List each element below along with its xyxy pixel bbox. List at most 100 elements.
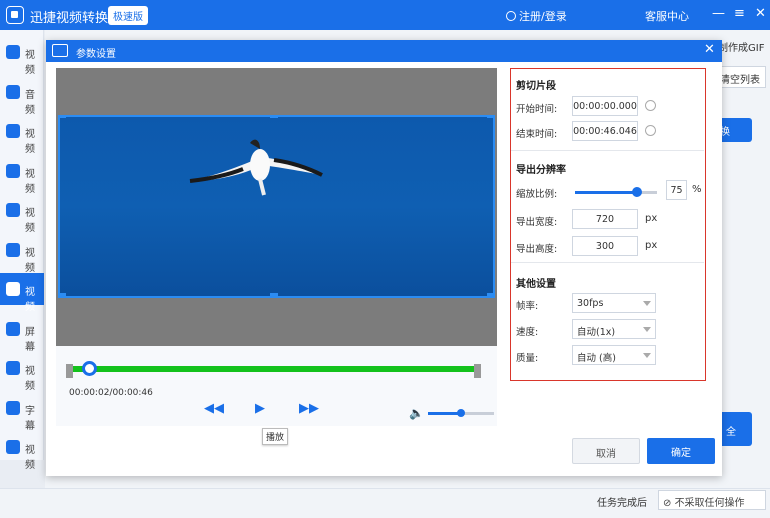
- clip-section: 剪切片段 开始时间: 00:00:00.000 结束时间: 00:00:46.0…: [511, 69, 704, 151]
- export-height-input[interactable]: 300: [572, 236, 638, 256]
- cancel-button[interactable]: 取消: [572, 438, 640, 464]
- menu-icon[interactable]: ≡: [734, 6, 745, 21]
- sidebar-item-icon: [6, 163, 20, 178]
- timeline-track[interactable]: [68, 366, 480, 372]
- bird-image: [189, 139, 323, 196]
- clip-title: 剪切片段: [516, 81, 556, 92]
- play-button[interactable]: ▶: [255, 401, 265, 416]
- crop-handle[interactable]: [58, 115, 66, 118]
- sidebar-item-label: 视频: [25, 287, 35, 313]
- play-tooltip: 播放: [262, 428, 289, 445]
- close-app-icon[interactable]: ✕: [755, 6, 766, 21]
- trim-end-handle[interactable]: [474, 364, 481, 378]
- app-logo-icon: [6, 6, 24, 24]
- sidebar-item[interactable]: 视频: [0, 352, 44, 392]
- resolution-section: 导出分辨率 缩放比例: 75 % 导出宽度: 720 px 导出高度: 300 …: [511, 151, 704, 263]
- sidebar-item-label: 字幕: [25, 405, 35, 432]
- export-height-label: 导出高度:: [516, 244, 558, 255]
- sidebar-item[interactable]: 视频: [0, 155, 44, 195]
- sidebar-item[interactable]: 视频: [0, 431, 44, 471]
- clear-list-button[interactable]: 清空列表: [716, 66, 766, 88]
- volume-icon[interactable]: 🔈: [409, 406, 424, 420]
- sidebar-item-label: 视频: [25, 168, 35, 195]
- crop-handle[interactable]: [270, 293, 278, 296]
- quality-select[interactable]: 自动 (高): [572, 345, 656, 365]
- camera-icon: [52, 44, 68, 57]
- footer-bar: [0, 488, 770, 518]
- sidebar-item-icon: [6, 242, 20, 257]
- time-display: 00:00:02/00:00:46: [69, 388, 153, 398]
- sidebar-item-label: 视频: [25, 208, 35, 234]
- reset-start-icon[interactable]: [645, 100, 656, 111]
- sidebar-item-icon: [6, 440, 20, 454]
- sidebar-item[interactable]: 字幕: [0, 392, 44, 432]
- dialog-title: 参数设置: [76, 49, 116, 60]
- chevron-down-icon: [643, 327, 651, 332]
- after-task-label: 任务完成后: [597, 498, 647, 509]
- sidebar-item-icon: [6, 45, 20, 59]
- after-task-value: 不采取任何操作: [674, 498, 745, 509]
- other-section: 其他设置 帧率: 30fps 速度: 自动(1x) 质量: 自动 (高): [511, 263, 704, 380]
- scale-fill: [575, 191, 637, 194]
- height-unit: px: [645, 240, 658, 251]
- speed-select[interactable]: 自动(1x): [572, 319, 656, 339]
- rewind-button[interactable]: ◀◀: [204, 401, 224, 416]
- sidebar-item-label: 视频: [25, 129, 35, 155]
- no-entry-icon: ⊘: [663, 498, 675, 509]
- crop-handle[interactable]: [487, 293, 495, 296]
- forward-button[interactable]: ▶▶: [299, 401, 319, 416]
- scale-input[interactable]: 75: [666, 180, 687, 200]
- start-time-input[interactable]: 00:00:00.000: [572, 96, 638, 116]
- reset-end-icon[interactable]: [645, 125, 656, 136]
- speed-value: 自动(1x): [577, 327, 616, 338]
- sidebar-item[interactable]: 视频: [0, 36, 44, 76]
- sidebar-item-label: 视频: [25, 366, 35, 392]
- chevron-down-icon: [643, 353, 651, 358]
- minimize-icon[interactable]: —: [712, 6, 725, 21]
- video-preview: [56, 68, 497, 346]
- sidebar-item[interactable]: 视频: [0, 194, 44, 234]
- edition-badge: 极速版: [108, 6, 148, 25]
- fps-select[interactable]: 30fps: [572, 293, 656, 313]
- crop-handle[interactable]: [270, 115, 278, 118]
- dialog-header: 参数设置 ✕: [46, 40, 722, 62]
- end-time-label: 结束时间:: [516, 129, 558, 140]
- close-icon[interactable]: ✕: [704, 42, 715, 57]
- sidebar-item-icon: [6, 321, 20, 336]
- chevron-down-icon: [643, 301, 651, 306]
- after-task-select[interactable]: ⊘ 不采取任何操作: [658, 490, 766, 510]
- sidebar-item-icon: [6, 124, 20, 138]
- width-unit: px: [645, 213, 658, 224]
- export-width-input[interactable]: 720: [572, 209, 638, 229]
- volume-knob[interactable]: [457, 409, 465, 417]
- sidebar: 视频 音频 视频 视频 视频 视频 视频 屏幕 视频 字幕 视频: [0, 30, 44, 471]
- service-center-link[interactable]: 客服中心: [645, 8, 689, 24]
- volume-slider[interactable]: [428, 409, 494, 417]
- sidebar-item[interactable]: 音频: [0, 76, 44, 116]
- sidebar-item[interactable]: 屏幕: [0, 313, 44, 353]
- timeline-panel: 00:00:02/00:00:46 ◀◀ ▶ ▶▶ 🔈: [56, 346, 497, 426]
- playhead[interactable]: [81, 361, 97, 376]
- speed-label: 速度:: [516, 327, 539, 338]
- crop-handle[interactable]: [487, 115, 495, 118]
- trim-start-handle[interactable]: [66, 364, 73, 378]
- login-link[interactable]: 注册/登录: [506, 8, 567, 24]
- scale-knob[interactable]: [631, 187, 642, 197]
- sidebar-item[interactable]: 视频: [0, 234, 44, 274]
- ok-button[interactable]: 确定: [647, 438, 715, 464]
- crop-handle[interactable]: [58, 293, 66, 296]
- sidebar-item-icon: [6, 361, 20, 375]
- tab-make-gif[interactable]: 制作成GIF: [718, 39, 764, 54]
- scale-unit: %: [692, 184, 702, 195]
- scale-slider[interactable]: [575, 187, 657, 197]
- sidebar-item-label: 屏幕: [25, 326, 35, 353]
- sidebar-item-icon: [6, 203, 20, 217]
- resolution-title: 导出分辨率: [516, 165, 566, 176]
- sidebar-item[interactable]: 视频: [0, 273, 44, 313]
- sidebar-item[interactable]: 视频: [0, 115, 44, 155]
- settings-panel: 剪切片段 开始时间: 00:00:00.000 结束时间: 00:00:46.0…: [510, 68, 706, 381]
- sidebar-item-label: 音频: [25, 89, 35, 116]
- crop-frame[interactable]: [58, 115, 495, 298]
- end-time-input[interactable]: 00:00:46.046: [572, 121, 638, 141]
- sidebar-item-icon: [6, 84, 20, 99]
